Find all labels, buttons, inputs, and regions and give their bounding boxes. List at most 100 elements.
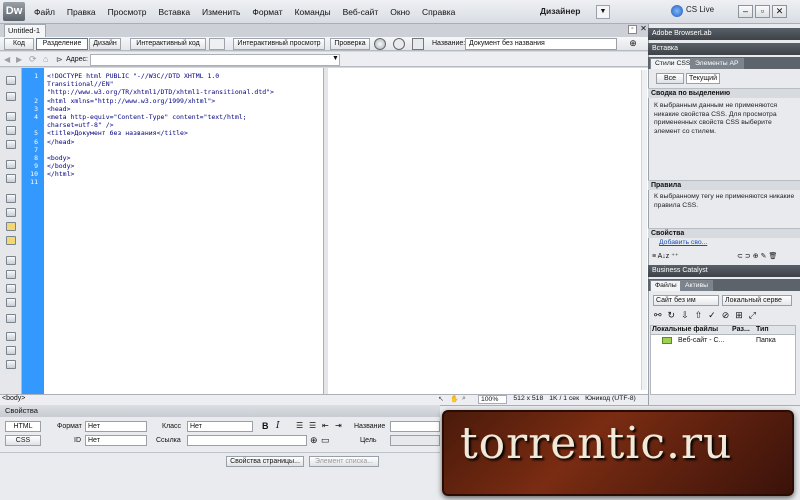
file-management-icon[interactable] — [393, 38, 405, 50]
col-type[interactable]: Тип — [756, 326, 769, 333]
title-input[interactable]: Документ без названия — [465, 38, 617, 50]
line-numbers-icon[interactable] — [6, 194, 16, 203]
tab-css-styles[interactable]: Стили CSS — [650, 58, 696, 69]
design-view-button[interactable]: Дизайн — [89, 38, 121, 50]
id-select[interactable]: Нет — [85, 435, 147, 446]
unordered-list-icon[interactable]: ☰ — [296, 421, 303, 430]
live-view-button[interactable]: Интерактивный просмотр — [233, 38, 325, 50]
italic-icon[interactable]: I — [276, 421, 280, 431]
html-mode-button[interactable]: HTML — [5, 421, 41, 432]
window-size[interactable]: 512 x 518 — [513, 395, 543, 404]
tab-files[interactable]: Файлы — [650, 280, 682, 291]
recent-snippets-icon[interactable] — [6, 284, 16, 293]
ordered-list-icon[interactable]: ☰ — [309, 421, 316, 430]
check-page-icon[interactable]: ⊕ — [624, 38, 642, 50]
menu-modify[interactable]: Изменить — [202, 7, 240, 17]
hand-tool-icon[interactable]: ✋ — [450, 395, 459, 403]
refresh-icon[interactable]: ⟳ — [29, 54, 37, 65]
balance-braces-icon[interactable] — [6, 174, 16, 183]
target-select[interactable] — [390, 435, 440, 446]
code-editor[interactable]: <!DOCTYPE html PUBLIC "-//W3C//DTD XHTML… — [44, 68, 324, 394]
minimize-button[interactable]: – — [738, 5, 753, 18]
split-view-button[interactable]: Разделение — [36, 38, 88, 50]
collapse-selection-icon[interactable] — [6, 126, 16, 135]
menu-window[interactable]: Окно — [390, 7, 410, 17]
format-select[interactable]: Нет — [85, 421, 147, 432]
collapse-full-tag-icon[interactable] — [6, 112, 16, 121]
title-attr-input[interactable] — [390, 421, 440, 432]
col-size[interactable]: Раз... — [732, 326, 750, 333]
menu-edit[interactable]: Правка — [67, 7, 96, 17]
zoom-select[interactable]: 100% — [478, 395, 508, 404]
outdent-code-icon[interactable] — [6, 332, 16, 341]
tab-untitled-1[interactable]: Untitled-1 — [4, 24, 46, 37]
css-view-options-icon[interactable]: ≡ A↓z ⁺⁺ — [652, 252, 679, 260]
home-icon[interactable]: ⌂ — [43, 54, 48, 64]
bold-icon[interactable]: B — [262, 421, 269, 431]
files-toolbar-icons[interactable]: ⚯↻⇩⇧✓⊘⊞⤢ — [654, 310, 762, 321]
menu-file[interactable]: Файл — [34, 7, 55, 17]
close-button[interactable]: ✕ — [772, 5, 787, 18]
inspect-button[interactable]: Проверка — [330, 38, 370, 50]
menu-view[interactable]: Просмотр — [108, 7, 147, 17]
all-mode-button[interactable]: Все — [656, 73, 684, 84]
select-parent-tag-icon[interactable] — [6, 160, 16, 169]
tag-selector[interactable]: <body> — [2, 395, 25, 402]
site-select[interactable]: Сайт без им — [653, 295, 719, 306]
current-mode-button[interactable]: Текущий — [686, 73, 720, 84]
add-property-link[interactable]: Добавить сво... — [659, 239, 707, 248]
properties-title[interactable]: Свойства — [0, 405, 440, 417]
address-dropdown-icon[interactable]: ▼ — [332, 55, 339, 62]
design-scrollbar[interactable] — [641, 70, 647, 390]
restore-doc-icon[interactable]: ▫ — [628, 25, 637, 34]
design-view[interactable] — [328, 68, 648, 394]
menu-format[interactable]: Формат — [252, 7, 282, 17]
page-properties-button[interactable]: Свойства страницы... — [226, 456, 304, 467]
code-view-button[interactable]: Код — [4, 38, 34, 50]
indent-icon[interactable]: ⇥ — [335, 421, 342, 430]
cs-live-button[interactable]: CS Live — [686, 5, 714, 14]
css-actions-icon[interactable]: ⊂⊃⊕✎🗑 — [737, 252, 779, 260]
menu-site[interactable]: Веб-сайт — [343, 7, 379, 17]
list-item-button[interactable]: Элемент списка... — [309, 456, 379, 467]
workspace-switcher[interactable]: Дизайнер — [540, 6, 580, 16]
address-options-icon[interactable]: ⊳ — [56, 55, 63, 64]
css-mode-button[interactable]: CSS — [5, 435, 41, 446]
expand-all-icon[interactable] — [6, 140, 16, 149]
back-icon[interactable]: ◀ — [4, 55, 10, 64]
col-local-files[interactable]: Локальные файлы — [652, 326, 718, 333]
menu-commands[interactable]: Команды — [295, 7, 331, 17]
browser-preview-icon[interactable] — [374, 38, 386, 50]
browse-folder-icon[interactable]: ▭ — [321, 435, 330, 446]
insert-panel-header[interactable]: Вставка — [648, 43, 800, 55]
site-root-row[interactable]: Веб-сайт - С... — [678, 337, 724, 344]
address-input[interactable] — [90, 54, 340, 66]
highlight-invalid-code-icon[interactable] — [6, 208, 16, 217]
close-doc-icon[interactable]: ✕ — [639, 25, 648, 34]
business-catalyst-header[interactable]: Business Catalyst — [648, 265, 800, 277]
visual-aids-icon[interactable] — [412, 38, 424, 50]
syntax-error-alerts-icon[interactable] — [6, 222, 16, 231]
apply-comment-icon[interactable] — [6, 236, 16, 245]
class-select[interactable]: Нет — [187, 421, 253, 432]
menu-insert[interactable]: Вставка — [158, 7, 190, 17]
menu-help[interactable]: Справка — [422, 7, 455, 17]
show-code-navigator-icon[interactable] — [6, 92, 16, 101]
indent-code-icon[interactable] — [6, 314, 16, 323]
format-source-icon[interactable] — [6, 346, 16, 355]
point-to-file-icon[interactable]: ⊕ — [310, 435, 318, 446]
chevron-down-icon[interactable]: ▼ — [596, 5, 610, 19]
move-css-icon[interactable] — [6, 298, 16, 307]
cs-live-icon[interactable] — [671, 5, 683, 17]
forward-icon[interactable]: ▶ — [16, 55, 22, 64]
browserlab-panel-header[interactable]: Adobe BrowserLab — [648, 28, 800, 40]
word-wrap-icon[interactable] — [6, 360, 16, 369]
tab-ap-elements[interactable]: Элементы AP — [690, 58, 744, 69]
view-select[interactable]: Локальный серве — [722, 295, 792, 306]
open-documents-icon[interactable] — [6, 76, 16, 85]
live-code-options-icon[interactable] — [209, 38, 225, 50]
zoom-tool-icon[interactable]: ⌕ — [462, 395, 466, 403]
wrap-tag-icon[interactable] — [6, 270, 16, 279]
tab-assets[interactable]: Активы — [680, 280, 713, 291]
live-code-button[interactable]: Интерактивный код — [130, 38, 206, 50]
